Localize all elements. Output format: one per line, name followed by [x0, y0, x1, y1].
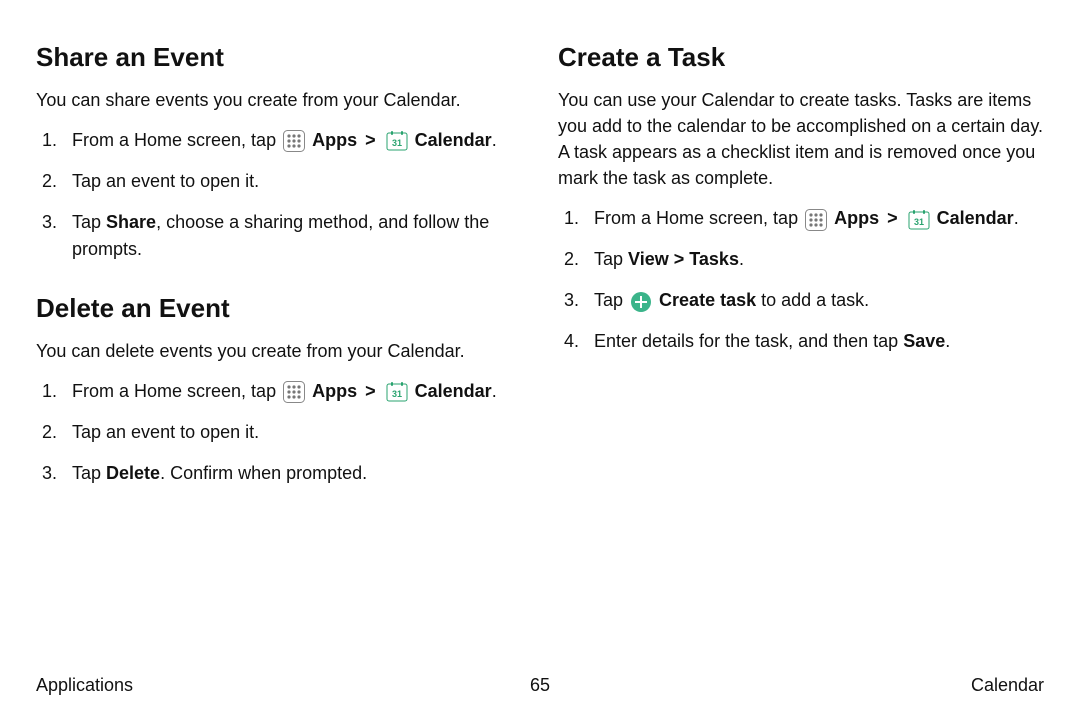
- list-item: From a Home screen, tap Apps >: [36, 127, 522, 154]
- steps-delete-event: From a Home screen, tap Apps >: [36, 378, 522, 487]
- step-text: . Confirm when prompted.: [160, 463, 367, 483]
- apps-label: Apps: [834, 208, 879, 228]
- step-text: Tap: [72, 463, 106, 483]
- chevron-text: >: [669, 249, 690, 269]
- apps-label: Apps: [312, 130, 357, 150]
- page-body: Share an Event You can share events you …: [0, 0, 1080, 501]
- page-number: 65: [530, 675, 550, 696]
- list-item: From a Home screen, tap Apps >: [558, 205, 1044, 232]
- intro-create-task: You can use your Calendar to create task…: [558, 87, 1044, 191]
- step-text: Tap: [72, 212, 106, 232]
- calendar-label: Calendar: [415, 381, 492, 401]
- calendar-label: Calendar: [937, 208, 1014, 228]
- heading-delete-event: Delete an Event: [36, 293, 522, 324]
- step-text: Tap an event to open it.: [72, 171, 259, 191]
- intro-delete-event: You can delete events you create from yo…: [36, 338, 522, 364]
- list-item: Enter details for the task, and then tap…: [558, 328, 1044, 355]
- create-task-label: Create task: [659, 290, 756, 310]
- step-text: From a Home screen, tap: [594, 208, 803, 228]
- step-text: .: [739, 249, 744, 269]
- chevron-icon: >: [887, 208, 898, 228]
- right-column: Create a Task You can use your Calendar …: [558, 36, 1044, 501]
- share-label: Share: [106, 212, 156, 232]
- step-text: .: [492, 130, 497, 150]
- step-text: .: [945, 331, 950, 351]
- list-item: Tap View > Tasks.: [558, 246, 1044, 273]
- apps-icon: [283, 381, 305, 403]
- heading-share-event: Share an Event: [36, 42, 522, 73]
- left-column: Share an Event You can share events you …: [36, 36, 522, 501]
- list-item: Tap Share, choose a sharing method, and …: [36, 209, 522, 263]
- calendar-icon: 31: [386, 381, 408, 403]
- steps-create-task: From a Home screen, tap Apps >: [558, 205, 1044, 355]
- tasks-label: Tasks: [689, 249, 739, 269]
- plus-icon: [630, 291, 652, 313]
- svg-text:31: 31: [392, 138, 402, 148]
- list-item: Tap Create task to add a task.: [558, 287, 1044, 314]
- calendar-label: Calendar: [415, 130, 492, 150]
- step-text: .: [492, 381, 497, 401]
- calendar-icon: 31: [386, 130, 408, 152]
- list-item: Tap an event to open it.: [36, 168, 522, 195]
- step-text: Enter details for the task, and then tap: [594, 331, 903, 351]
- apps-label: Apps: [312, 381, 357, 401]
- chevron-icon: >: [365, 381, 376, 401]
- steps-share-event: From a Home screen, tap Apps >: [36, 127, 522, 263]
- intro-share-event: You can share events you create from you…: [36, 87, 522, 113]
- list-item: Tap Delete. Confirm when prompted.: [36, 460, 522, 487]
- step-text: From a Home screen, tap: [72, 130, 281, 150]
- step-text: .: [1014, 208, 1019, 228]
- save-label: Save: [903, 331, 945, 351]
- step-text: From a Home screen, tap: [72, 381, 281, 401]
- step-text: Tap: [594, 290, 628, 310]
- svg-text:31: 31: [392, 389, 402, 399]
- step-text: Tap: [594, 249, 628, 269]
- svg-text:31: 31: [914, 217, 924, 227]
- list-item: From a Home screen, tap Apps >: [36, 378, 522, 405]
- heading-create-task: Create a Task: [558, 42, 1044, 73]
- calendar-icon: 31: [908, 209, 930, 231]
- page-footer: Applications 65 Calendar: [0, 675, 1080, 696]
- list-item: Tap an event to open it.: [36, 419, 522, 446]
- footer-right: Calendar: [971, 675, 1044, 696]
- apps-icon: [805, 209, 827, 231]
- footer-left: Applications: [36, 675, 133, 696]
- delete-label: Delete: [106, 463, 160, 483]
- step-text: Tap an event to open it.: [72, 422, 259, 442]
- apps-icon: [283, 130, 305, 152]
- view-label: View: [628, 249, 669, 269]
- chevron-icon: >: [365, 130, 376, 150]
- step-text: to add a task.: [756, 290, 869, 310]
